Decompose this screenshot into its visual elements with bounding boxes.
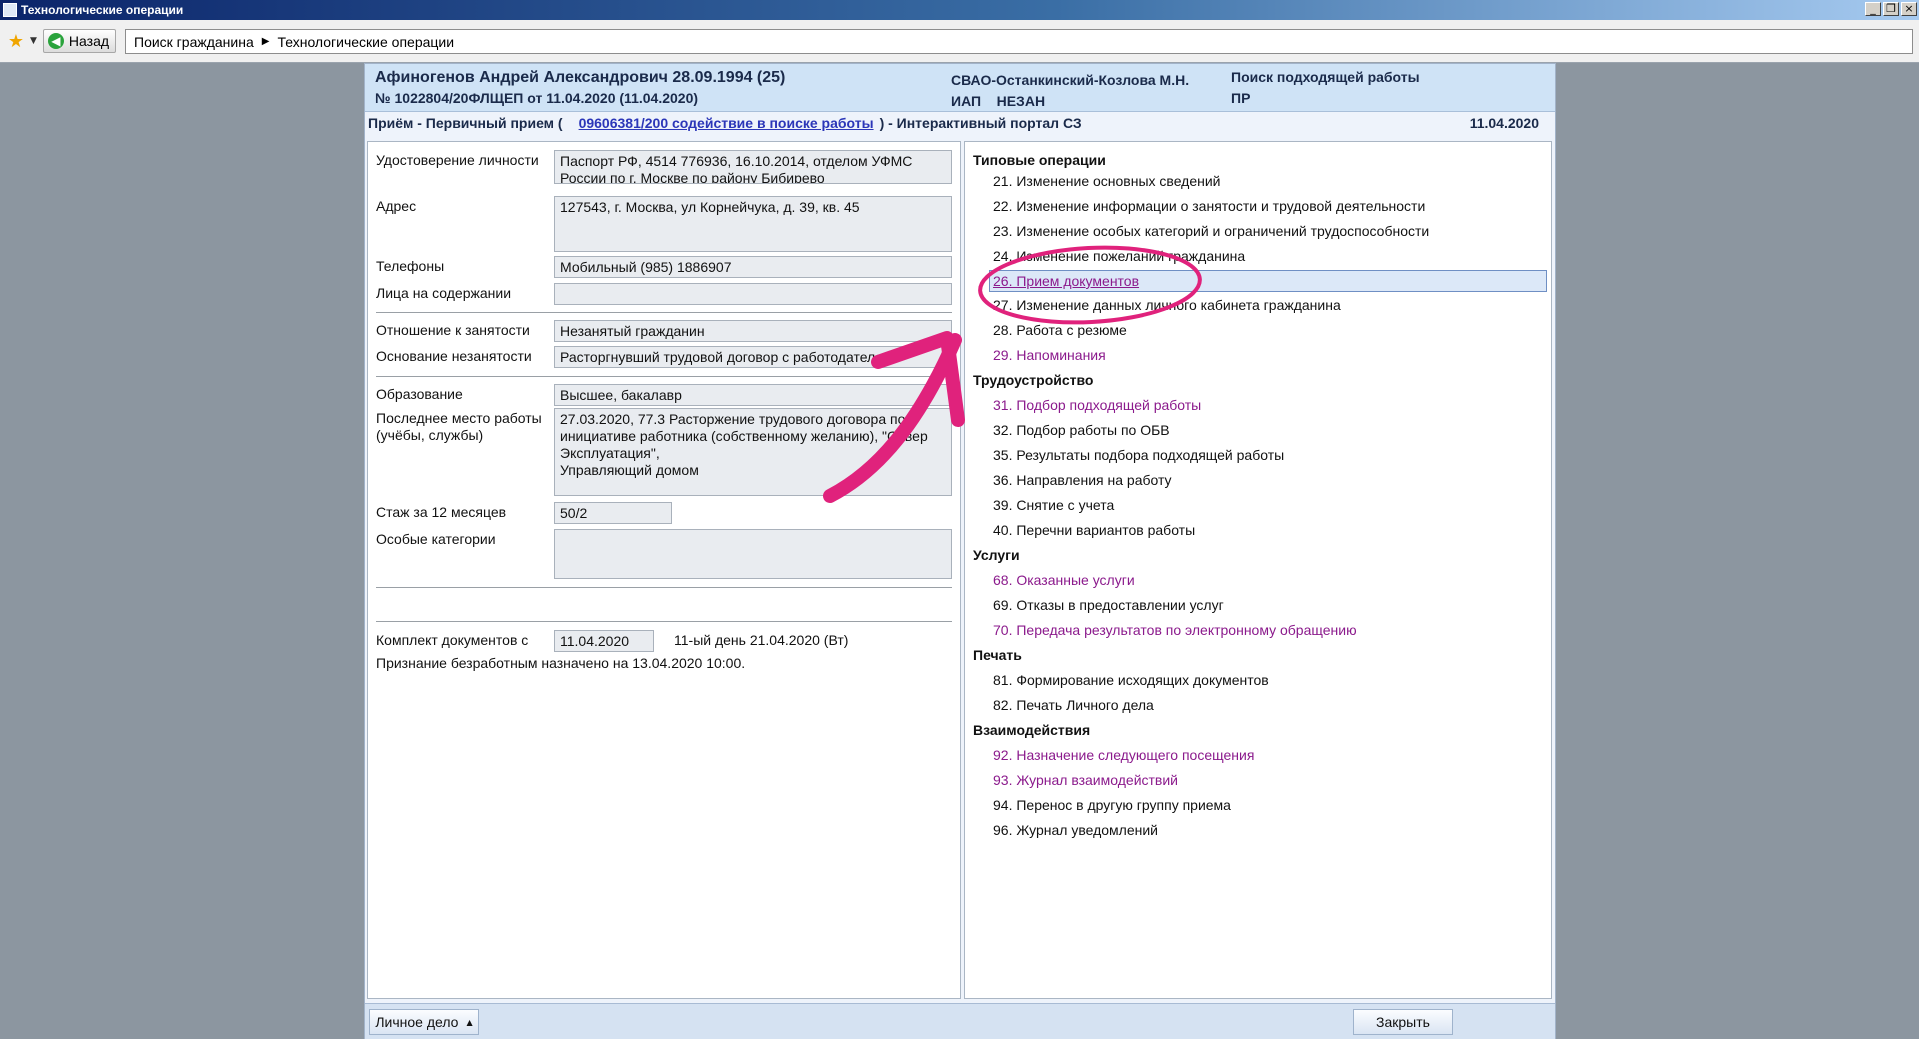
operation-31[interactable]: 31. Подбор подходящей работы (993, 397, 1201, 413)
operation-29[interactable]: 29. Напоминания (993, 347, 1106, 363)
operation-32[interactable]: 32. Подбор работы по ОБВ (993, 422, 1170, 438)
basis-field[interactable]: Расторгнувший трудовой договор с работод… (554, 346, 952, 368)
main-panel: Афиногенов Андрей Александрович 28.09.19… (364, 63, 1556, 1039)
restore-icon[interactable]: ❐ (1883, 2, 1899, 16)
section-interactions: Взаимодействия (973, 722, 1091, 738)
operation-40[interactable]: 40. Перечни вариантов работы (993, 522, 1195, 538)
personal-file-button[interactable]: Личное дело ▲ (369, 1009, 479, 1035)
personal-file-label: Личное дело (375, 1014, 459, 1030)
employment-label: Отношение к занятости (376, 322, 530, 338)
reception-line: Приём - Первичный прием ( 09606381/200 со… (368, 115, 1082, 131)
close-button-label: Закрыть (1376, 1014, 1430, 1030)
citizen-name: Афиногенов Андрей Александрович 28.09.19… (375, 69, 786, 86)
docs-set-label: Комплект документов с (376, 632, 529, 648)
reception-link[interactable]: 09606381/200 содействие в поиске работы (579, 115, 874, 131)
dependents-label: Лица на содержании (376, 285, 512, 301)
minimize-icon[interactable]: _ (1865, 2, 1881, 16)
citizen-info-box: Удостоверение личности Паспорт РФ, 4514 … (367, 141, 961, 999)
phones-field[interactable]: Мобильный (985) 1886907 (554, 256, 952, 278)
eleventh-day-text: 11-ый день 21.04.2020 (Вт) (674, 632, 849, 648)
operation-70[interactable]: 70. Передача результатов по электронному… (993, 622, 1357, 638)
stazh-field[interactable]: 50/2 (554, 502, 672, 524)
breadcrumb-separator-icon: ▶ (261, 36, 270, 47)
operation-21[interactable]: 21. Изменение основных сведений (993, 173, 1221, 189)
stazh-label: Стаж за 12 месяцев (376, 504, 507, 520)
operation-94[interactable]: 94. Перенос в другую группу приема (993, 797, 1231, 813)
docs-set-date-field[interactable]: 11.04.2020 (554, 630, 654, 652)
favorites-star-icon[interactable]: ★ (6, 31, 26, 52)
close-button[interactable]: Закрыть (1353, 1009, 1453, 1035)
chevron-up-icon: ▲ (466, 1017, 473, 1027)
last-work-field[interactable]: 27.03.2020, 77.3 Расторжение трудового д… (554, 408, 952, 496)
operation-69[interactable]: 69. Отказы в предоставлении услуг (993, 597, 1224, 613)
operation-28[interactable]: 28. Работа с резюме (993, 322, 1127, 338)
breadcrumb: Поиск гражданина ▶ Технологические опера… (125, 29, 1913, 54)
case-number: № 1022804/20ФЛЩЕП от 11.04.2020 (11.04.2… (375, 90, 699, 106)
close-icon[interactable]: × (1901, 2, 1917, 16)
operation-96[interactable]: 96. Журнал уведомлений (993, 822, 1158, 838)
pr-status: ПР (1231, 90, 1251, 106)
back-button-label: Назад (68, 33, 110, 49)
operation-26-selected[interactable]: 26. Прием документов (989, 270, 1547, 292)
employment-field[interactable]: Незанятый гражданин (554, 320, 952, 342)
operation-81[interactable]: 81. Формирование исходящих документов (993, 672, 1269, 688)
operation-82[interactable]: 82. Печать Личного дела (993, 697, 1154, 713)
special-categories-field[interactable] (554, 529, 952, 579)
operation-23[interactable]: 23. Изменение особых категорий и огранич… (993, 223, 1429, 239)
address-label: Адрес (376, 198, 417, 214)
section-services: Услуги (973, 547, 1020, 563)
divider (376, 621, 952, 622)
department: СВАО-Останкинский-Козлова М.Н. (951, 72, 1190, 88)
citizen-header: Афиногенов Андрей Александрович 28.09.19… (365, 64, 1555, 112)
phones-label: Телефоны (376, 258, 445, 274)
operation-92[interactable]: 92. Назначение следующего посещения (993, 747, 1254, 763)
window-titlebar: Технологические операции _ ❐ × (0, 0, 1919, 20)
section-print: Печать (973, 647, 1022, 663)
operation-39[interactable]: 39. Снятие с учета (993, 497, 1114, 513)
breadcrumb-item: Технологические операции (277, 33, 455, 50)
reception-date: 11.04.2020 (1469, 115, 1539, 131)
back-button[interactable]: ◀ Назад (42, 29, 117, 53)
operation-27[interactable]: 27. Изменение данных личного кабинета гр… (993, 297, 1341, 313)
chevron-down-icon[interactable]: ▼ (30, 36, 37, 46)
operations-list: Типовые операции 21. Изменение основных … (964, 141, 1552, 999)
back-arrow-icon: ◀ (47, 33, 64, 49)
bottom-bar: Личное дело ▲ Закрыть (365, 1003, 1555, 1039)
section-employment: Трудоустройство (973, 372, 1094, 388)
toolbar: ★ ▼ ◀ Назад Поиск гражданина ▶ Технологи… (0, 20, 1919, 63)
section-typical-operations: Типовые операции (973, 152, 1106, 168)
divider (376, 376, 952, 377)
last-work-label: Последнее место работы (учёбы, службы) (376, 410, 542, 443)
operation-93[interactable]: 93. Журнал взаимодействий (993, 772, 1178, 788)
divider (376, 587, 952, 588)
education-field[interactable]: Высшее, бакалавр (554, 384, 952, 406)
breadcrumb-item[interactable]: Поиск гражданина (134, 34, 254, 50)
address-field[interactable]: 127543, г. Москва, ул Корнейчука, д. 39,… (554, 196, 952, 252)
recognition-text: Признание безработным назначено на 13.04… (376, 655, 746, 671)
id-doc-field[interactable]: Паспорт РФ, 4514 776936, 16.10.2014, отд… (554, 150, 952, 184)
operation-35[interactable]: 35. Результаты подбора подходящей работы (993, 447, 1284, 463)
iap-status: ИАП НЕЗАН (951, 93, 1046, 109)
operation-24[interactable]: 24. Изменение пожеланий гражданина (993, 248, 1245, 264)
reception-suffix: ) - Интерактивный портал СЗ (879, 115, 1082, 131)
window-title: Технологические операции (21, 3, 184, 17)
education-label: Образование (376, 386, 463, 402)
app-icon (3, 3, 17, 17)
dependents-field[interactable] (554, 283, 952, 305)
basis-label: Основание незанятости (376, 348, 532, 364)
operation-68[interactable]: 68. Оказанные услуги (993, 572, 1135, 588)
operation-36[interactable]: 36. Направления на работу (993, 472, 1172, 488)
search-status: Поиск подходящей работы (1231, 69, 1420, 85)
operation-22[interactable]: 22. Изменение информации о занятости и т… (993, 198, 1425, 214)
divider (376, 312, 952, 313)
id-doc-label: Удостоверение личности (376, 152, 539, 168)
window-controls: _ ❐ × (1865, 2, 1917, 16)
reception-prefix: Приём - Первичный прием ( (368, 115, 563, 131)
special-categories-label: Особые категории (376, 531, 496, 547)
